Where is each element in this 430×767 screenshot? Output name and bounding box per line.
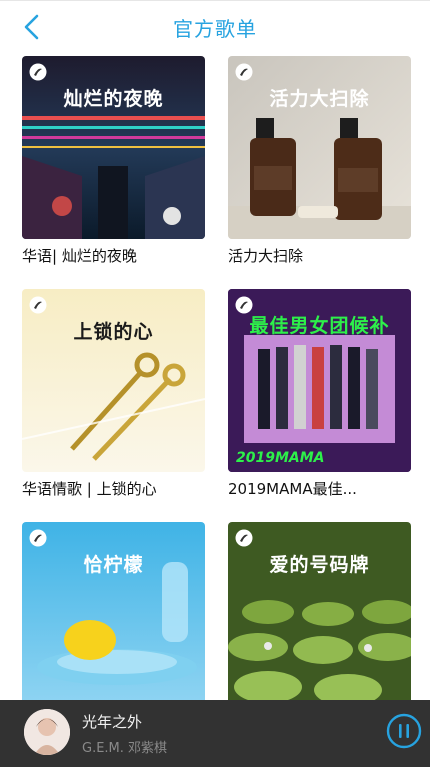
playlist-card-mama[interactable]: 最佳男女团候补 2019MAMA 2019MAMA最佳...	[228, 289, 412, 499]
playlist-label[interactable]: 2019MAMA最佳...	[228, 478, 412, 499]
playlist-grid: 灿烂的夜晚 华语| 灿烂的夜晚 活力大扫除 活力大扫除 上锁的心 华语情歌 | …	[0, 0, 430, 705]
music-badge-icon	[29, 63, 47, 81]
cover-title: 上锁的心	[73, 321, 154, 343]
playlist-cover[interactable]: 活力大扫除	[228, 56, 411, 239]
playlist-cover[interactable]: 恰柠檬	[22, 522, 205, 705]
playlist-card-locked-heart[interactable]: 上锁的心 华语情歌 | 上锁的心	[22, 289, 206, 499]
playlist-card-cleaning[interactable]: 活力大扫除 活力大扫除	[228, 56, 412, 266]
playlist-card-number-plate[interactable]: 爱的号码牌	[228, 522, 412, 711]
mini-player[interactable]: 光年之外 G.E.M. 邓紫棋	[0, 700, 430, 767]
playlist-label[interactable]: 华语情歌 | 上锁的心	[22, 478, 206, 499]
cover-caption: 2019MAMA	[236, 450, 325, 466]
music-badge-icon	[235, 529, 253, 547]
cover-title: 活力大扫除	[269, 88, 370, 110]
playlist-card-night[interactable]: 灿烂的夜晚 华语| 灿烂的夜晚	[22, 56, 206, 266]
playlist-label[interactable]: 活力大扫除	[228, 245, 412, 266]
cover-title: 灿烂的夜晚	[63, 88, 164, 110]
cover-title: 最佳男女团候补	[249, 315, 390, 337]
album-avatar[interactable]	[24, 709, 70, 755]
track-title: 光年之外	[82, 713, 143, 731]
playlist-cover[interactable]: 灿烂的夜晚	[22, 56, 205, 239]
pause-icon	[386, 713, 422, 749]
cover-title: 爱的号码牌	[269, 554, 370, 576]
music-badge-icon	[29, 296, 47, 314]
cover-title: 恰柠檬	[83, 554, 144, 576]
playlist-cover[interactable]: 爱的号码牌	[228, 522, 411, 705]
music-badge-icon	[29, 529, 47, 547]
playlist-label[interactable]: 华语| 灿烂的夜晚	[22, 245, 206, 266]
music-badge-icon	[235, 63, 253, 81]
playlist-card-lemon[interactable]: 恰柠檬	[22, 522, 206, 711]
track-artist: G.E.M. 邓紫棋	[82, 741, 168, 756]
pause-button[interactable]	[386, 713, 422, 749]
playlist-cover[interactable]: 最佳男女团候补 2019MAMA	[228, 289, 411, 472]
playlist-cover[interactable]: 上锁的心	[22, 289, 205, 472]
